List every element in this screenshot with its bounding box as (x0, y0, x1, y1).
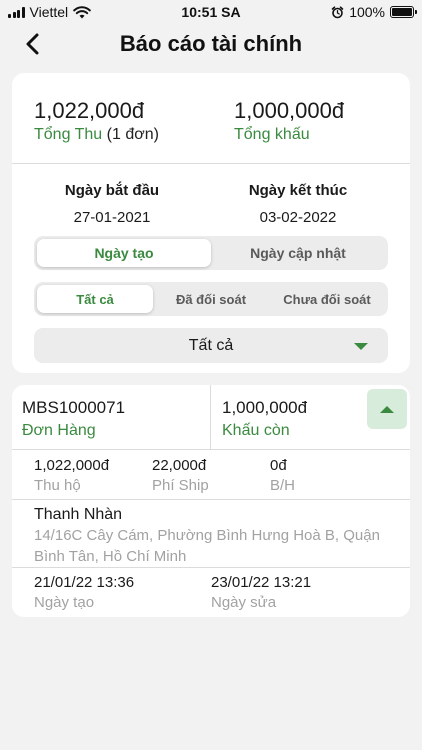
tab-updated-date[interactable]: Ngày cập nhật (211, 239, 385, 267)
order-code-block: MBS1000071 Đơn Hàng (22, 398, 125, 440)
date-type-segmented-control: Ngày tạo Ngày cập nhật (34, 236, 388, 270)
divider (12, 499, 410, 500)
receiver-address: 14/16C Cây Cám, Phường Bình Hưng Hoà B, … (34, 527, 380, 565)
filter-dropdown-value: Tất cả (188, 336, 234, 354)
tab-reconciled[interactable]: Đã đối soát (153, 285, 269, 313)
divider (12, 163, 410, 164)
ship-fee-label: Phí Ship (152, 477, 209, 494)
cod-label: Thu hộ (34, 477, 81, 494)
total-income-count: (1 đơn) (106, 126, 159, 143)
insurance-fee: 0đ (270, 457, 287, 474)
insurance-block: 0đ B/H (270, 457, 295, 494)
updated-time-label: Ngày sửa (211, 594, 277, 611)
alarm-icon (331, 5, 344, 18)
end-date-picker[interactable]: Ngày kết thúc 03-02-2022 (208, 182, 388, 226)
total-income-amount: 1,022,000đ (34, 98, 145, 123)
end-date-value[interactable]: 03-02-2022 (208, 209, 388, 226)
total-income-label: Tổng Thu (34, 126, 103, 143)
total-income: 1,022,000đ Tổng Thu (1 đơn) (34, 98, 159, 144)
vertical-divider (210, 385, 211, 449)
cod-amount-block: 1,022,000đ Thu hộ (34, 457, 109, 494)
divider (12, 567, 410, 568)
start-date-value[interactable]: 27-01-2021 (22, 209, 202, 226)
summary-card: 1,022,000đ Tổng Thu (1 đơn) 1,000,000đ T… (12, 73, 410, 373)
status-right: 100% (331, 4, 417, 20)
total-deduction: 1,000,000đ Tổng khấu (234, 98, 344, 144)
tab-not-reconciled[interactable]: Chưa đối soát (269, 285, 385, 313)
caret-up-icon (380, 405, 394, 413)
caret-down-icon (354, 343, 368, 350)
order-header: MBS1000071 Đơn Hàng 1,000,000đ Khấu còn (12, 385, 410, 449)
battery-percent: 100% (349, 4, 385, 20)
created-time: 21/01/22 13:36 (34, 574, 135, 591)
collapse-button[interactable] (367, 389, 407, 429)
remaining-deduction: 1,000,000đ (222, 398, 308, 417)
page-title: Báo cáo tài chính (119, 31, 303, 56)
updated-time-block: 23/01/22 13:21 Ngày sửa (211, 574, 311, 611)
created-time-block: 21/01/22 13:36 Ngày tạo (34, 574, 134, 611)
order-code: MBS1000071 (22, 398, 126, 417)
battery-icon (390, 6, 417, 18)
updated-time: 23/01/22 13:21 (211, 574, 312, 591)
end-date-label: Ngày kết thúc (248, 182, 348, 199)
tab-created-date[interactable]: Ngày tạo (37, 239, 211, 267)
total-deduction-label: Tổng khấu (234, 126, 310, 143)
status-bar: Viettel 10:51 SA 100% (0, 0, 422, 24)
order-code-label: Đơn Hàng (22, 422, 96, 439)
ship-fee: 22,000đ (152, 457, 207, 474)
start-date-label: Ngày bắt đầu (64, 182, 160, 199)
remaining-deduction-block: 1,000,000đ Khấu còn (222, 398, 307, 440)
created-time-label: Ngày tạo (34, 594, 95, 611)
total-income-caption: Tổng Thu (1 đơn) (34, 126, 159, 144)
filter-dropdown[interactable]: Tất cả (34, 328, 388, 363)
ship-fee-block: 22,000đ Phí Ship (152, 457, 209, 494)
order-card: MBS1000071 Đơn Hàng 1,000,000đ Khấu còn … (12, 385, 410, 617)
remaining-deduction-label: Khấu còn (222, 422, 290, 439)
cod-amount: 1,022,000đ (34, 457, 110, 474)
tab-all[interactable]: Tất cả (37, 285, 153, 313)
reconcile-segmented-control: Tất cả Đã đối soát Chưa đối soát (34, 282, 388, 316)
receiver-block: Thanh Nhàn 14/16C Cây Cám, Phường Bình H… (34, 506, 394, 567)
divider (12, 449, 410, 450)
receiver-name: Thanh Nhàn (34, 506, 123, 523)
start-date-picker[interactable]: Ngày bắt đầu 27-01-2021 (22, 182, 202, 226)
navigation-header: Báo cáo tài chính (0, 24, 422, 64)
insurance-label: B/H (270, 477, 296, 494)
total-deduction-amount: 1,000,000đ (234, 98, 345, 123)
